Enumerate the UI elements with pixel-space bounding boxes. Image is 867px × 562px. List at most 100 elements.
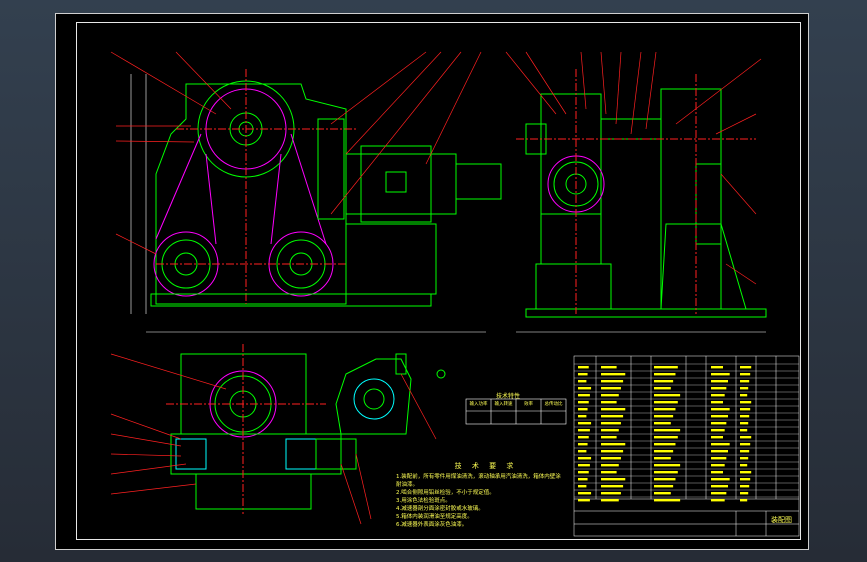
- parts-entry-mark: [654, 464, 681, 467]
- parts-entry-mark: [654, 380, 674, 383]
- parts-entry-mark: [601, 415, 624, 418]
- parts-entry-mark: [654, 457, 671, 460]
- parts-entry-mark: [740, 429, 748, 432]
- parts-entry-mark: [740, 499, 748, 502]
- tech-line: 4.减速器剖分面涂密封胶或水玻璃。: [396, 506, 484, 512]
- parts-entry-mark: [578, 366, 589, 369]
- parts-entry-mark: [740, 415, 750, 418]
- parts-entry-mark: [601, 492, 621, 495]
- parts-entry-mark: [601, 366, 617, 369]
- parts-entry-mark: [740, 366, 752, 369]
- parts-entry-mark: [578, 485, 587, 488]
- parts-entry-mark: [578, 415, 587, 418]
- parts-entry-mark: [578, 429, 590, 432]
- parts-list: [573, 355, 800, 537]
- parts-entry-mark: [654, 387, 671, 390]
- tech-requirements: 技 术 要 求 1.装配前，所有零件用煤油清洗，滚动轴承用汽油清洗，箱体内壁涂 …: [396, 461, 576, 529]
- parts-entry-mark: [711, 478, 730, 481]
- plan-view: [110, 344, 372, 525]
- drawing-title: 装配图: [771, 516, 792, 524]
- parts-entry-mark: [711, 443, 730, 446]
- tech-lines: 1.装配前，所有零件用煤油清洗，滚动轴承用汽油清洗，箱体内壁涂 耐油漆。 2.啮合…: [396, 473, 576, 529]
- parts-entry-mark: [740, 408, 751, 411]
- parts-entry-mark: [740, 373, 751, 376]
- tech-line: 5.箱体内装润滑油至规定高度。: [396, 514, 473, 520]
- parts-entry-mark: [578, 443, 588, 446]
- parts-entry-mark: [601, 408, 626, 411]
- parts-entry-mark: [578, 373, 588, 376]
- parts-entry-mark: [654, 499, 681, 502]
- parts-entry-mark: [711, 380, 728, 383]
- parts-entry-mark: [654, 471, 678, 474]
- parts-entry-mark: [578, 464, 590, 467]
- parts-entry-mark: [654, 408, 676, 411]
- parts-entry-mark: [601, 478, 626, 481]
- tech-line: 3.用涂色法检验斑点。: [396, 498, 451, 504]
- front-view: [110, 51, 502, 333]
- parts-entry-mark: [578, 450, 587, 453]
- parts-entry-mark: [711, 492, 727, 495]
- section-view: [335, 353, 446, 440]
- parts-entry-mark: [654, 429, 681, 432]
- parts-entry-mark: [654, 450, 674, 453]
- spec-heading: 技术特性: [496, 393, 521, 400]
- parts-entry-mark: [740, 471, 752, 474]
- parts-entry-mark: [711, 471, 723, 474]
- parts-entry-mark: [740, 478, 751, 481]
- parts-entry-mark: [601, 471, 617, 474]
- parts-entry-mark: [711, 422, 727, 425]
- parts-entry-mark: [654, 415, 674, 418]
- parts-entry-mark: [601, 373, 626, 376]
- spec-header-cell: 输入功率: [469, 402, 488, 407]
- parts-entry-mark: [601, 422, 621, 425]
- parts-entry-mark: [601, 457, 621, 460]
- parts-entry-mark: [654, 478, 676, 481]
- parts-entry-mark: [711, 401, 723, 404]
- parts-entry-mark: [654, 492, 671, 495]
- parts-entry-mark: [601, 387, 621, 390]
- parts-entry-mark: [601, 450, 624, 453]
- parts-entry-mark: [711, 499, 725, 502]
- parts-entry-mark: [711, 429, 725, 432]
- parts-entry-mark: [711, 366, 723, 369]
- parts-entry-mark: [740, 450, 750, 453]
- parts-entry-mark: [654, 485, 674, 488]
- parts-entry-mark: [654, 401, 678, 404]
- parts-entry-mark: [578, 457, 592, 460]
- parts-entry-mark: [654, 366, 678, 369]
- spec-header-cell: 输入转速: [494, 402, 513, 407]
- parts-entry-mark: [711, 415, 728, 418]
- parts-entry-mark: [578, 478, 588, 481]
- parts-entry-mark: [578, 422, 592, 425]
- parts-entry-mark: [578, 401, 589, 404]
- parts-entry-mark: [740, 485, 750, 488]
- parts-entry-mark: [654, 443, 676, 446]
- parts-entry-mark: [711, 408, 730, 411]
- parts-entry-mark: [740, 401, 752, 404]
- parts-entry-mark: [654, 422, 671, 425]
- parts-entry-mark: [601, 401, 617, 404]
- parts-entry-mark: [601, 380, 624, 383]
- spec-header-cell: 总传动比: [544, 402, 563, 407]
- tech-line: 1.装配前，所有零件用煤油清洗，滚动轴承用汽油清洗，箱体内壁涂: [396, 474, 561, 480]
- parts-entry-mark: [578, 436, 589, 439]
- parts-entry-mark: [711, 387, 727, 390]
- cad-viewport[interactable]: 技 术 要 求 1.装配前，所有零件用煤油清洗，滚动轴承用汽油清洗，箱体内壁涂 …: [0, 0, 867, 562]
- parts-entry-mark: [601, 394, 619, 397]
- parts-entry-mark: [740, 464, 748, 467]
- parts-entry-mark: [711, 373, 730, 376]
- parts-entry-mark: [654, 394, 681, 397]
- parts-entry-mark: [601, 485, 624, 488]
- tech-line: 6.减速器外表面涂灰色油漆。: [396, 522, 468, 528]
- parts-entry-mark: [711, 436, 723, 439]
- parts-entry-mark: [711, 394, 725, 397]
- parts-entry-mark: [740, 394, 748, 397]
- tech-line: 耐油漆。: [396, 482, 419, 488]
- parts-entry-mark: [711, 485, 728, 488]
- parts-entry-mark: [601, 499, 619, 502]
- parts-entry-mark: [601, 443, 626, 446]
- parts-entry-mark: [740, 443, 751, 446]
- parts-entry-mark: [654, 373, 676, 376]
- parts-entry-mark: [740, 422, 749, 425]
- parts-entry-mark: [740, 492, 749, 495]
